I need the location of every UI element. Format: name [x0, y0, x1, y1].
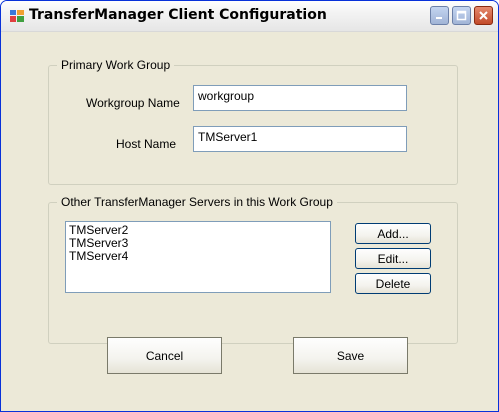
cancel-button[interactable]: Cancel	[107, 337, 222, 374]
workgroup-name-input[interactable]: workgroup	[193, 85, 407, 111]
host-name-label: Host Name	[116, 137, 177, 151]
primary-group-legend: Primary Work Group	[57, 58, 175, 72]
workgroup-name-label: Workgroup Name	[86, 96, 180, 110]
title-bar[interactable]: TransferManager Client Configuration	[1, 1, 498, 32]
host-name-input[interactable]: TMServer1	[193, 126, 407, 152]
primary-work-group: Primary Work Group Workgroup Name workgr…	[48, 58, 458, 185]
config-window: TransferManager Client Configuration Pri…	[0, 0, 499, 412]
minimize-icon	[436, 17, 442, 19]
list-item[interactable]: TMServer4	[69, 250, 327, 263]
maximize-button[interactable]	[452, 6, 471, 25]
delete-button[interactable]: Delete	[355, 273, 431, 294]
app-icon	[10, 10, 24, 22]
add-button[interactable]: Add...	[355, 223, 431, 244]
edit-button[interactable]: Edit...	[355, 248, 431, 269]
client-area: Primary Work Group Workgroup Name workgr…	[9, 32, 490, 403]
minimize-button[interactable]	[430, 6, 449, 25]
servers-list[interactable]: TMServer2 TMServer3 TMServer4	[65, 221, 331, 293]
window-bottom-edge	[1, 403, 498, 411]
other-servers-group: Other TransferManager Servers in this Wo…	[48, 195, 458, 344]
save-button[interactable]: Save	[293, 337, 408, 374]
window-title: TransferManager Client Configuration	[29, 7, 327, 23]
other-servers-legend: Other TransferManager Servers in this Wo…	[57, 195, 337, 209]
close-button[interactable]	[474, 6, 493, 25]
maximize-icon	[456, 10, 467, 21]
close-icon	[479, 11, 488, 20]
